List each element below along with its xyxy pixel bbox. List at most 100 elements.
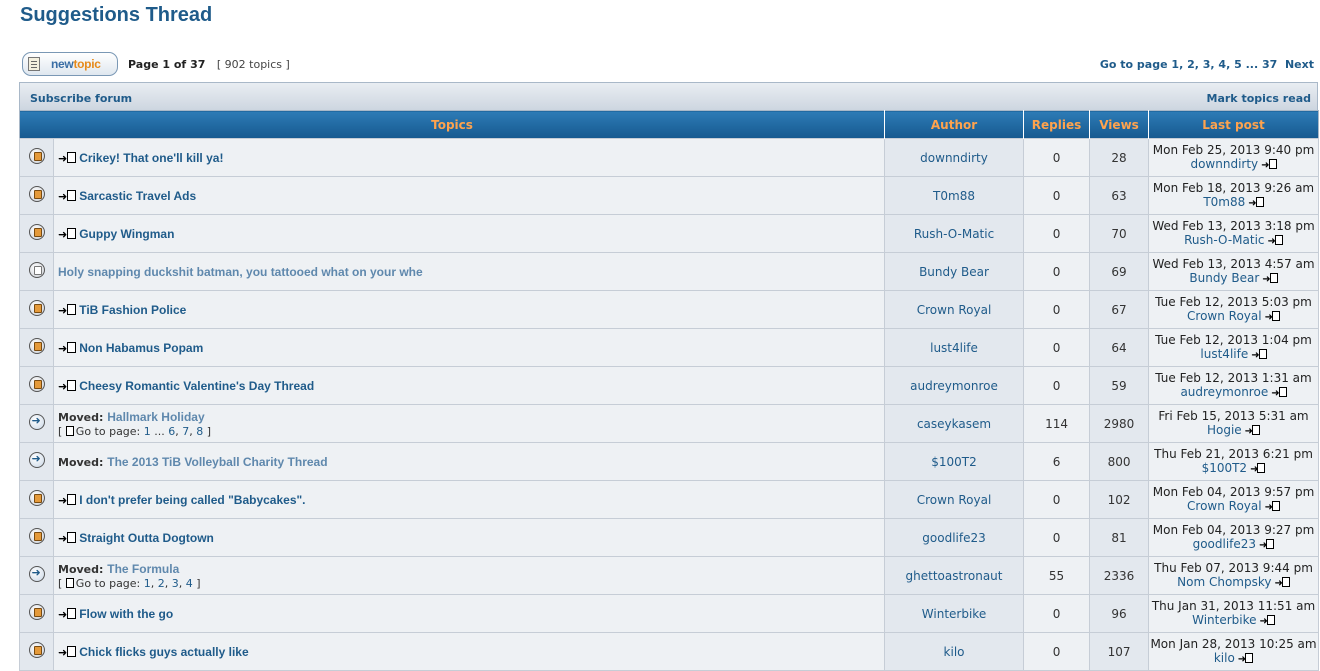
last-post-author-link[interactable]: Crown Royal [1187,499,1262,513]
view-latest-post-icon[interactable]: ➜ [1262,272,1278,287]
author-link[interactable]: audreymonroe [910,379,998,393]
col-header-author: Author [884,110,1024,139]
last-post-cell: Wed Feb 13, 2013 3:18 pm Rush-O-Matic ➜ [1148,214,1320,253]
top-action-bar: newtopic Page 1 of 37 [ 902 topics ] Go … [20,52,1316,78]
last-post-author-link[interactable]: lust4life [1200,347,1248,361]
topic-title-link[interactable]: Cheesy Romantic Valentine's Day Thread [79,379,314,393]
author-link[interactable]: lust4life [930,341,978,355]
new-topic-button[interactable]: newtopic [22,52,118,76]
go-to-first-unread-icon[interactable]: ➜ [58,645,77,659]
view-latest-post-icon[interactable]: ➜ [1260,614,1275,629]
topic-page-link[interactable]: 3 [172,577,179,590]
author-link[interactable]: Crown Royal [917,493,992,507]
subscribe-forum-link[interactable]: Subscribe forum [30,92,132,105]
topic-page-link[interactable]: 7 [182,425,189,438]
view-latest-post-icon[interactable]: ➜ [1251,348,1267,363]
last-post-author-link[interactable]: Bundy Bear [1189,271,1259,285]
view-latest-post-icon[interactable]: ➜ [1274,576,1290,591]
view-latest-post-icon[interactable]: ➜ [1268,234,1283,249]
page-link-last[interactable]: 37 [1262,58,1277,71]
topic-title-link[interactable]: Sarcastic Travel Ads [79,189,196,203]
view-latest-post-icon[interactable]: ➜ [1248,196,1264,211]
last-post-author-link[interactable]: downndirty [1190,157,1258,171]
topic-title-link[interactable]: Hallmark Holiday [107,410,204,424]
view-latest-post-icon[interactable]: ➜ [1245,424,1261,439]
view-latest-post-icon[interactable]: ➜ [1259,538,1275,553]
topic-page-link[interactable]: 6 [168,425,175,438]
go-to-first-unread-icon[interactable]: ➜ [58,341,77,355]
views-cell: 81 [1089,518,1150,557]
author-link[interactable]: $100T2 [931,455,977,469]
topic-title-link[interactable]: The Formula [107,562,179,576]
last-post-author-link[interactable]: Crown Royal [1187,309,1262,323]
go-to-first-unread-icon[interactable]: ➜ [58,531,77,545]
topic-title-link[interactable]: Straight Outta Dogtown [79,531,214,545]
last-post-author-link[interactable]: goodlife23 [1193,537,1256,551]
moved-topic-icon [28,566,45,582]
topic-title-link[interactable]: Holy snapping duckshit batman, you tatto… [58,265,423,279]
last-post-author-link[interactable]: audreymonroe [1180,385,1268,399]
view-latest-post-icon[interactable]: ➜ [1261,158,1277,173]
topic-title-link[interactable]: Guppy Wingman [79,227,174,241]
last-post-cell: Mon Feb 04, 2013 9:27 pm goodlife23 ➜ [1148,518,1320,557]
topic-cell: ➜ Chick flicks guys actually like [52,632,886,671]
pagination: Go to page 1, 2, 3, 4, 5 ... 37 Next [1099,58,1314,71]
last-post-author-link[interactable]: $100T2 [1202,461,1248,475]
author-link[interactable]: T0m88 [933,189,975,203]
go-to-first-unread-icon[interactable]: ➜ [58,493,77,507]
author-link[interactable]: caseykasem [917,417,991,431]
last-post-author-link[interactable]: T0m88 [1203,195,1245,209]
topic-page-link[interactable]: 2 [158,577,165,590]
go-to-first-unread-icon[interactable]: ➜ [58,379,77,393]
last-post-author-link[interactable]: Winterbike [1192,613,1256,627]
topic-status-cell [19,290,54,329]
topic-page-link[interactable]: 1 [144,577,151,590]
topic-page-link[interactable]: 8 [196,425,203,438]
author-link[interactable]: Crown Royal [917,303,992,317]
last-post-date: Thu Feb 07, 2013 9:44 pm [1154,560,1313,575]
last-post-author-link[interactable]: Nom Chompsky [1177,575,1271,589]
page-link-1[interactable]: 1 [1171,58,1179,71]
author-link[interactable]: goodlife23 [922,531,985,545]
view-latest-post-icon[interactable]: ➜ [1265,310,1280,325]
view-latest-post-icon[interactable]: ➜ [1265,500,1280,515]
unread-topic-icon [28,376,45,392]
last-post-author-link[interactable]: Rush-O-Matic [1184,233,1264,247]
go-to-first-unread-icon[interactable]: ➜ [58,227,77,241]
author-cell: Bundy Bear [884,252,1025,291]
topic-title-link[interactable]: I don't prefer being called "Babycakes". [79,493,305,507]
topic-title-link[interactable]: Non Habamus Popam [79,341,203,355]
go-to-first-unread-icon[interactable]: ➜ [58,607,77,621]
author-link[interactable]: Bundy Bear [919,265,989,279]
topic-page-link[interactable]: 1 [144,425,151,438]
replies-cell: 0 [1023,518,1091,557]
page-link-4[interactable]: 4 [1218,58,1226,71]
go-to-first-unread-icon[interactable]: ➜ [58,151,77,165]
author-link[interactable]: Rush-O-Matic [914,227,994,241]
go-to-first-unread-icon[interactable]: ➜ [58,303,77,317]
author-link[interactable]: downndirty [920,151,988,165]
topic-title-link[interactable]: Chick flicks guys actually like [79,645,248,659]
author-link[interactable]: kilo [944,645,965,659]
author-link[interactable]: ghettoastronaut [906,569,1003,583]
view-latest-post-icon[interactable]: ➜ [1250,462,1266,477]
page-link-2[interactable]: 2 [1187,58,1195,71]
topic-title-link[interactable]: Flow with the go [79,607,173,621]
last-post-author-link[interactable]: Hogie [1207,423,1242,437]
author-link[interactable]: Winterbike [922,607,986,621]
go-to-first-unread-icon[interactable]: ➜ [58,189,77,203]
mark-topics-read-link[interactable]: Mark topics read [1207,92,1311,105]
page-link-3[interactable]: 3 [1203,58,1211,71]
topic-title-link[interactable]: TiB Fashion Police [79,303,186,317]
next-page-link[interactable]: Next [1285,58,1314,71]
view-latest-post-icon[interactable]: ➜ [1271,386,1287,401]
topic-title-link[interactable]: Crikey! That one'll kill ya! [79,151,223,165]
view-latest-post-icon[interactable]: ➜ [1238,652,1254,667]
page-link-5[interactable]: 5 [1234,58,1242,71]
topic-page-link[interactable]: 4 [186,577,193,590]
topic-status-cell [19,480,54,519]
last-post-cell: Tue Feb 12, 2013 1:04 pm lust4life ➜ [1148,328,1320,367]
topic-title-link[interactable]: The 2013 TiB Volleyball Charity Thread [107,455,327,469]
last-post-author-link[interactable]: kilo [1214,651,1235,665]
last-post-date: Mon Feb 25, 2013 9:40 pm [1152,142,1315,157]
